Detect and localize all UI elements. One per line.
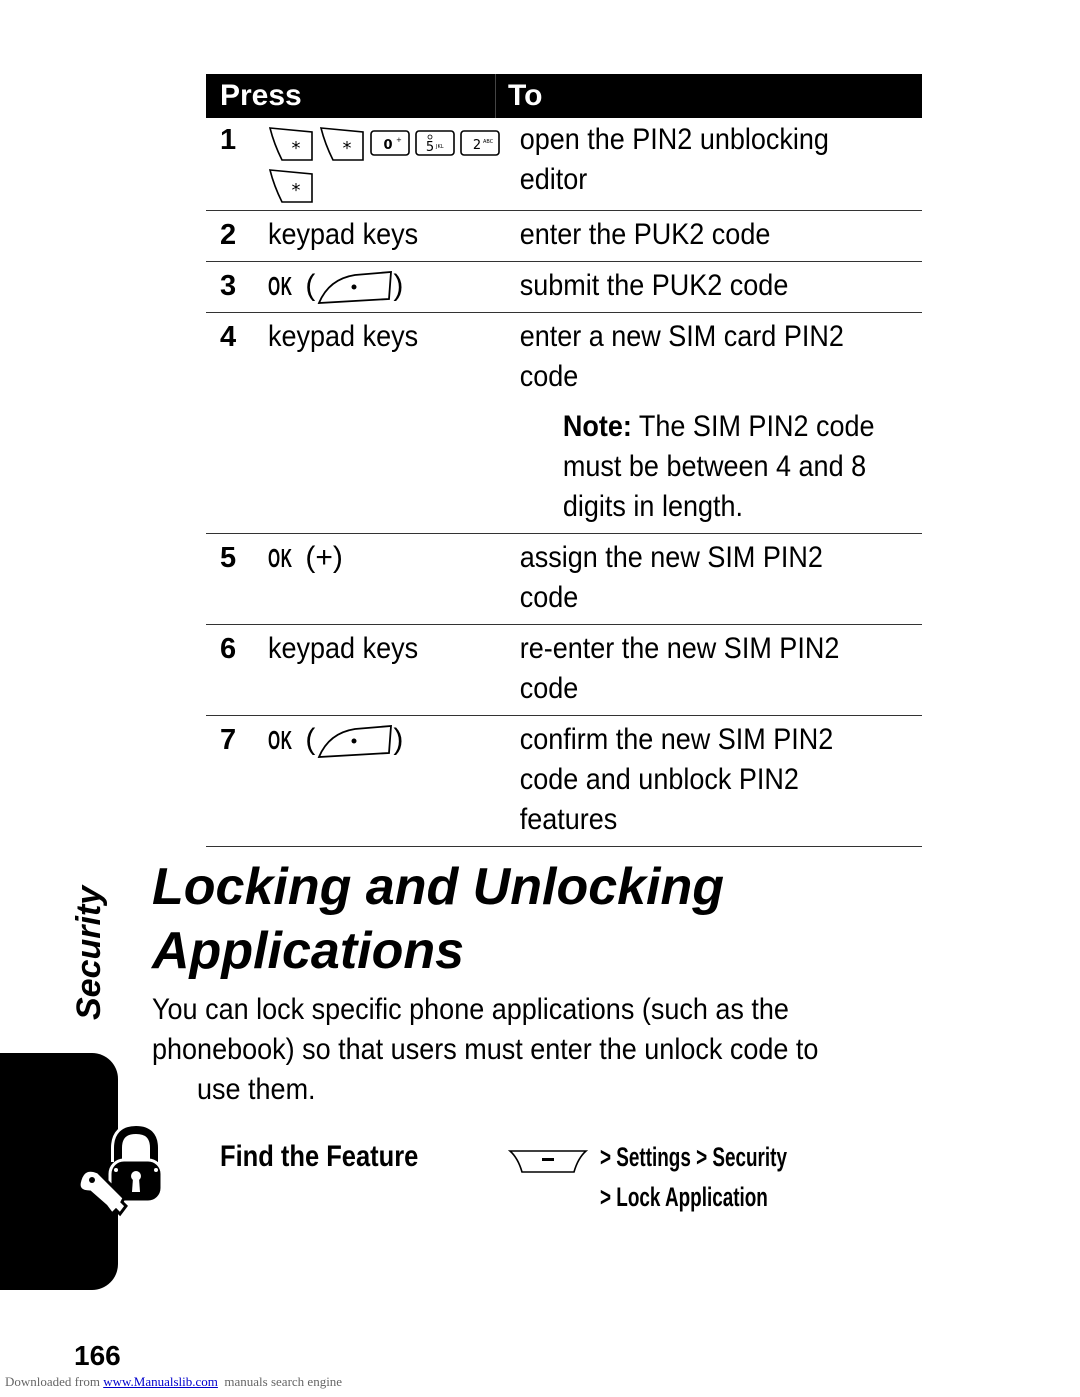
note: Note: The SIM PIN2 code must be between … — [520, 407, 881, 527]
to-text: code and unblock PIN2 — [519, 763, 799, 796]
press-cell: * * 0 + 5 JKL 2 ABC * — [258, 120, 508, 204]
svg-text:5: 5 — [426, 140, 434, 155]
to-text: submit the PUK2 code — [519, 269, 789, 302]
table-row: 1 * * 0 + 5 JKL 2 ABC * open the PIN2 unblo… — [206, 118, 922, 211]
header-press: Press — [206, 74, 496, 118]
table-row: 2 keypad keys enter the PUK2 code — [206, 211, 922, 262]
menu-path: > Settings > Security — [600, 1142, 787, 1172]
to-text: enter a new SIM card PIN2 — [519, 320, 844, 353]
body-line: You can lock specific phone applications… — [152, 993, 789, 1026]
body-line: phonebook) so that users must enter the … — [152, 1033, 819, 1066]
step-number: 6 — [220, 633, 237, 665]
press-text: keypad keys — [268, 320, 419, 353]
side-tab-label: Security — [70, 885, 108, 1020]
svg-text:+: + — [396, 136, 402, 144]
star-key-icon: * — [268, 127, 313, 161]
step-number: 2 — [220, 219, 237, 251]
note-text: digits in length. — [562, 490, 744, 523]
svg-text:*: * — [343, 138, 352, 159]
press-cell: keypad keys — [258, 215, 508, 255]
to-cell: open the PIN2 unblocking editor — [508, 120, 881, 204]
footer: Downloaded from www.Manualslib.com manua… — [5, 1374, 342, 1390]
star-key-icon: * — [268, 169, 313, 203]
ok-softkey-label: OK — [268, 271, 293, 301]
to-cell: submit the PUK2 code — [508, 266, 881, 306]
press-suffix: (+) — [305, 541, 343, 574]
to-text: code — [519, 672, 579, 705]
find-the-feature: Find the Feature — [220, 1140, 453, 1174]
svg-text:2: 2 — [473, 138, 481, 153]
to-text: code — [519, 581, 579, 614]
table-row: 3 OK () submit the PUK2 code — [206, 262, 922, 313]
to-text: confirm the new SIM PIN2 — [519, 723, 834, 756]
step-number: 4 — [220, 321, 237, 353]
to-text: re-enter the new SIM PIN2 — [519, 632, 840, 665]
star-key-icon: * — [319, 127, 364, 161]
table-header: Press To — [206, 74, 922, 118]
press-text: keypad keys — [268, 218, 419, 251]
section-title: Locking and Unlocking Applications — [152, 855, 724, 983]
right-soft-key-icon — [317, 725, 393, 759]
right-soft-key-icon — [317, 271, 393, 305]
find-feature-label: Find the Feature — [220, 1140, 419, 1173]
menu-path-line2: > Lock Application — [600, 1182, 840, 1213]
step-number: 1 — [220, 124, 237, 156]
table-row: 5 OK (+) assign the new SIM PIN2 code — [206, 534, 922, 625]
to-text: enter the PUK2 code — [519, 218, 771, 251]
section-body: You can lock specific phone applications… — [152, 990, 912, 1110]
footer-prefix: Downloaded from — [5, 1374, 104, 1389]
footer-suffix: manuals search engine — [217, 1374, 343, 1389]
zero-key-icon: 0 + — [370, 130, 410, 156]
press-cell: OK () — [258, 720, 508, 840]
step-number: 7 — [220, 724, 237, 756]
svg-text:0: 0 — [383, 138, 392, 153]
ok-softkey-label: OK — [268, 725, 293, 755]
lock-and-key-icon — [77, 1122, 164, 1217]
table-row: 6 keypad keys re-enter the new SIM PIN2 … — [206, 625, 922, 716]
note-text: must be between 4 and 8 — [562, 450, 867, 483]
header-to: To — [508, 79, 543, 112]
two-key-icon: 2 ABC — [460, 130, 500, 156]
to-text: editor — [519, 163, 588, 196]
to-cell: assign the new SIM PIN2 code — [508, 538, 881, 618]
svg-text:ABC: ABC — [483, 139, 494, 145]
svg-text:*: * — [292, 180, 301, 201]
menu-key-icon — [508, 1150, 588, 1173]
step-number: 5 — [220, 542, 237, 574]
to-cell: re-enter the new SIM PIN2 code — [508, 629, 881, 709]
menu-path: > Lock Application — [600, 1182, 768, 1212]
to-cell: enter the PUK2 code — [508, 215, 881, 255]
title-line: Locking and Unlocking — [152, 858, 725, 916]
body-line: use them. — [197, 1073, 316, 1106]
table-row: 7 OK () confirm the new SIM PIN2 code an… — [206, 716, 922, 847]
note-label: Note: — [562, 410, 632, 443]
menu-path-line1: > Settings > Security — [600, 1142, 867, 1173]
svg-text:*: * — [292, 138, 301, 159]
svg-text:JKL: JKL — [435, 144, 444, 150]
press-cell: keypad keys — [258, 317, 508, 527]
ok-softkey-label: OK — [268, 543, 293, 573]
title-line: Applications — [152, 922, 465, 980]
to-text: assign the new SIM PIN2 — [519, 541, 823, 574]
note-text: The SIM PIN2 code — [638, 410, 875, 443]
to-cell: confirm the new SIM PIN2 code and unbloc… — [508, 720, 881, 840]
to-cell: enter a new SIM card PIN2 code Note: The… — [508, 317, 881, 527]
step-number: 3 — [220, 270, 237, 302]
press-text: keypad keys — [268, 632, 419, 665]
manualslib-link[interactable]: www.Manualslib.com — [103, 1374, 218, 1389]
page-number: 166 — [74, 1340, 121, 1371]
press-cell: keypad keys — [258, 629, 508, 709]
press-cell: OK (+) — [258, 538, 508, 618]
instruction-table: Press To 1 * * 0 + 5 JKL 2 ABC * open the P… — [206, 74, 922, 847]
to-text: code — [519, 360, 579, 393]
to-text: features — [519, 803, 618, 836]
to-text: open the PIN2 unblocking — [519, 123, 829, 156]
press-cell: OK () — [258, 266, 508, 306]
five-key-icon: 5 JKL — [415, 130, 455, 156]
table-row: 4 keypad keys enter a new SIM card PIN2 … — [206, 313, 922, 534]
